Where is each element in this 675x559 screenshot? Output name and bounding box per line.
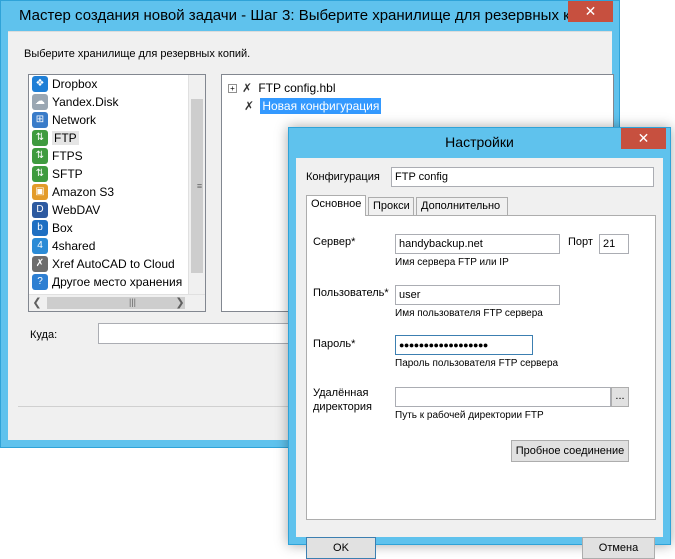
storage-item-label: SFTP xyxy=(52,167,83,181)
sftp-icon: ⇅ xyxy=(32,166,48,182)
server-label: Сервер* xyxy=(313,236,356,248)
amazon-s3-icon: ▣ xyxy=(32,184,48,200)
grip-icon: ||| xyxy=(129,297,137,307)
storage-item-label: FTPS xyxy=(52,149,83,163)
storage-item[interactable]: ⇅ FTPS xyxy=(29,147,205,165)
storage-item-label: Другое место хранения xyxy=(52,275,183,289)
ftps-icon: ⇅ xyxy=(32,148,48,164)
storage-item[interactable]: ⊞ Network xyxy=(29,111,205,129)
wizard-titlebar[interactable]: Мастер создания новой задачи - Шаг 3: Вы… xyxy=(1,1,619,31)
storage-item-label: Amazon S3 xyxy=(52,185,115,199)
storage-items: ❖ Dropbox ☁ Yandex.Disk ⊞ Network ⇅ FTP ⇅ FTPS ⇅ SF… xyxy=(29,75,205,291)
4shared-icon: 4 xyxy=(32,238,48,254)
storage-item[interactable]: D WebDAV xyxy=(29,201,205,219)
tree-item-label: Новая конфигурация xyxy=(260,98,382,114)
storage-item-label: FTP xyxy=(52,131,79,145)
storage-item-label: WebDAV xyxy=(52,203,101,217)
storage-prompt: Выберите хранилище для резервных копий. xyxy=(24,48,251,60)
storage-item-label: 4shared xyxy=(52,239,96,253)
ftp-icon: ⇅ xyxy=(32,130,48,146)
storage-list[interactable]: ❖ Dropbox ☁ Yandex.Disk ⊞ Network ⇅ FTP ⇅ FTPS ⇅ SF… xyxy=(28,74,206,312)
password-hint: Пароль пользователя FTP сервера xyxy=(395,358,559,369)
scroll-left-icon[interactable]: ❮ xyxy=(30,296,44,310)
grip-icon: ≡ xyxy=(196,181,203,191)
storage-item-label: Dropbox xyxy=(52,77,98,91)
horizontal-scrollbar[interactable]: ❮ ||| ❯ xyxy=(29,294,205,311)
tab-advanced[interactable]: Дополнительно xyxy=(416,197,508,215)
storage-item[interactable]: ❖ Dropbox xyxy=(29,75,205,93)
other-storage-icon: ? xyxy=(32,274,48,290)
scroll-thumb[interactable]: ≡ xyxy=(191,99,203,273)
xref-icon: ✗ xyxy=(32,256,48,272)
dropbox-icon: ❖ xyxy=(32,76,48,92)
remote-dir-label-line2: директория xyxy=(313,401,372,413)
tree-item-ftp-config[interactable]: + ✗ FTP config.hbl xyxy=(228,79,336,97)
config-input[interactable]: FTP config xyxy=(391,167,654,187)
storage-item-label: Xref AutoCAD to Cloud xyxy=(52,257,175,271)
user-hint: Имя пользователя FTP сервера xyxy=(395,308,543,319)
settings-dialog: Настройки ✕ Конфигурация FTP config Осно… xyxy=(288,127,671,559)
yandex-disk-icon: ☁ xyxy=(32,94,48,110)
box-icon: b xyxy=(32,220,48,236)
storage-item[interactable]: ⇅ FTP xyxy=(29,129,205,147)
wizard-title: Мастер создания новой задачи - Шаг 3: Вы… xyxy=(19,7,604,24)
tree-item-new-config[interactable]: ✗ Новая конфигурация xyxy=(241,97,382,115)
remote-dir-input[interactable] xyxy=(395,387,611,407)
storage-item[interactable]: 4 4shared xyxy=(29,237,205,255)
wizard-close-button[interactable]: ✕ xyxy=(568,1,613,22)
user-input[interactable]: user xyxy=(395,285,560,305)
webdav-icon: D xyxy=(32,202,48,218)
config-label: Конфигурация xyxy=(306,171,380,183)
settings-client: Конфигурация FTP config Основное Прокси … xyxy=(296,158,663,559)
storage-item[interactable]: ▣ Amazon S3 xyxy=(29,183,205,201)
expand-icon[interactable]: + xyxy=(228,84,237,94)
test-connection-button[interactable]: Пробное соединение xyxy=(511,440,629,462)
password-label: Пароль* xyxy=(313,338,356,350)
destination-input[interactable] xyxy=(98,323,298,344)
remote-dir-hint: Путь к рабочей директории FTP xyxy=(395,410,544,421)
port-label: Порт xyxy=(568,236,593,248)
server-hint: Имя сервера FTP или IP xyxy=(395,257,509,268)
scroll-thumb[interactable]: ||| xyxy=(47,297,185,309)
storage-item[interactable]: ☁ Yandex.Disk xyxy=(29,93,205,111)
password-input[interactable]: ●●●●●●●●●●●●●●●●●● xyxy=(395,335,533,355)
remote-dir-label-line1: Удалённая xyxy=(313,387,369,399)
scroll-right-icon[interactable]: ❯ xyxy=(173,296,187,310)
port-input[interactable]: 21 xyxy=(599,234,629,254)
browse-button[interactable]: ... xyxy=(611,387,629,407)
divider xyxy=(8,31,612,32)
storage-item-label: Yandex.Disk xyxy=(52,95,119,109)
vertical-scrollbar[interactable]: ≡ xyxy=(188,75,205,294)
user-label: Пользователь* xyxy=(313,287,389,299)
ok-button[interactable]: OK xyxy=(306,537,376,559)
tree-item-label: FTP config.hbl xyxy=(258,81,336,95)
storage-item-label: Network xyxy=(52,113,97,127)
cancel-button[interactable]: Отмена xyxy=(582,537,655,559)
tab-page-general: Сервер* handybackup.net Имя сервера FTP … xyxy=(306,215,656,520)
tab-proxy[interactable]: Прокси xyxy=(368,197,414,215)
tab-general[interactable]: Основное xyxy=(306,195,366,216)
storage-item-label: Box xyxy=(52,221,73,235)
settings-close-button[interactable]: ✕ xyxy=(621,128,666,149)
settings-title: Настройки xyxy=(445,134,514,150)
tools-icon: ✗ xyxy=(243,99,255,113)
destination-label: Куда: xyxy=(30,329,58,341)
storage-item[interactable]: b Box xyxy=(29,219,205,237)
server-input[interactable]: handybackup.net xyxy=(395,234,560,254)
storage-item[interactable]: ⇅ SFTP xyxy=(29,165,205,183)
tools-icon: ✗ xyxy=(241,81,253,95)
storage-item[interactable]: ✗ Xref AutoCAD to Cloud xyxy=(29,255,205,273)
network-icon: ⊞ xyxy=(32,112,48,128)
storage-item[interactable]: ? Другое место хранения xyxy=(29,273,205,291)
